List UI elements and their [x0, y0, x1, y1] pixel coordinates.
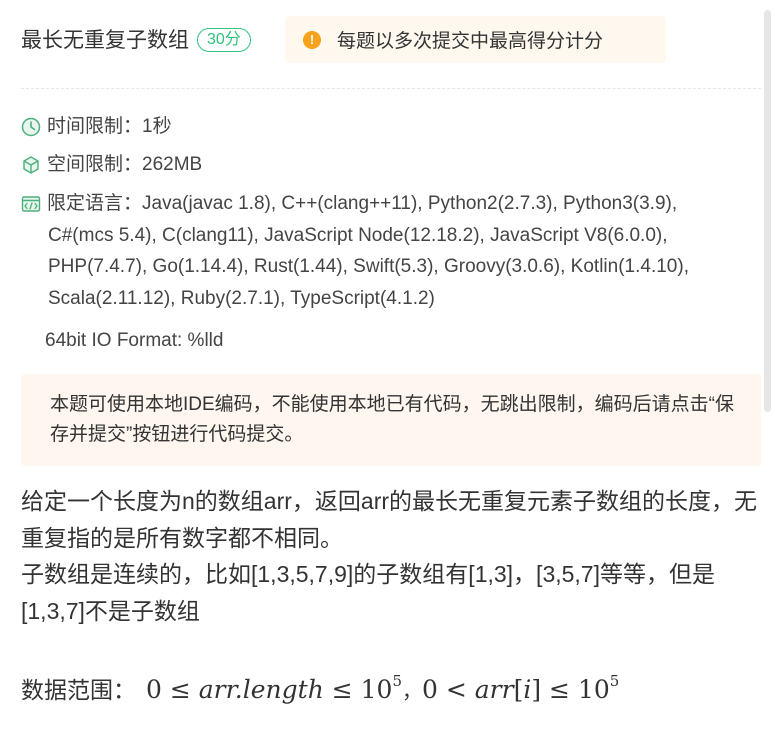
ide-tip-text: 本题可使用本地IDE编码，不能使用本地已有代码，无跳出限制，编码后请点击“保存并…	[50, 394, 735, 445]
scoring-notice: ! 每题以多次提交中最高得分计分	[285, 16, 666, 63]
scoring-notice-text: 每题以多次提交中最高得分计分	[337, 31, 604, 52]
time-limit-label: 时间限制：	[47, 116, 143, 137]
score-badge: 30分	[197, 28, 251, 52]
code-window-icon	[21, 196, 41, 212]
language-limit-label: 限定语言：	[47, 193, 143, 214]
space-limit-value: 262MB	[142, 154, 203, 175]
scrollbar-thumb[interactable]	[764, 10, 771, 412]
subarray-definition: 子数组是连续的，比如[1,3,5,7,9]的子数组有[1,3]，[3,5,7]等…	[21, 561, 715, 624]
data-range-label: 数据范围：	[21, 676, 136, 703]
problem-page: 最长无重复子数组 30分 ! 每题以多次提交中最高得分计分 时间限制： 1秒 空…	[0, 0, 775, 745]
range-formula: 0 ≤ arr.length ≤ 105，0 < arr[i] ≤ 105	[146, 671, 620, 704]
warning-icon: !	[303, 30, 321, 49]
cube-icon	[23, 156, 39, 174]
time-limit: 时间限制： 1秒	[21, 111, 172, 143]
clock-icon	[21, 117, 41, 137]
time-limit-value: 1秒	[142, 116, 172, 137]
problem-description: 给定一个长度为n的数组arr，返回arr的最长无重复元素子数组的长度，无重复指的…	[21, 483, 766, 710]
scrollbar[interactable]	[762, 0, 773, 745]
description-paragraph: 给定一个长度为n的数组arr，返回arr的最长无重复元素子数组的长度，无重复指的…	[21, 488, 758, 551]
io-format: 64bit IO Format: %lld	[45, 330, 224, 351]
language-list-first: Java(javac 1.8), C++(clang++11), Python2…	[142, 193, 678, 214]
ide-tip: 本题可使用本地IDE编码，不能使用本地已有代码，无跳出限制，编码后请点击“保存并…	[21, 374, 761, 466]
language-limit: 限定语言： Java(javac 1.8), C++(clang++11), P…	[21, 188, 761, 314]
language-list-rest: C#(mcs 5.4), C(clang11), JavaScript Node…	[48, 224, 689, 309]
space-limit: 空间限制： 262MB	[21, 149, 202, 181]
space-limit-label: 空间限制：	[47, 154, 143, 175]
problem-title: 最长无重复子数组	[21, 28, 189, 52]
problem-header: 最长无重复子数组 30分	[21, 16, 251, 64]
data-range: 数据范围： 0 ≤ arr.length ≤ 105，0 < arr[i] ≤ …	[21, 672, 766, 711]
divider	[21, 88, 761, 89]
